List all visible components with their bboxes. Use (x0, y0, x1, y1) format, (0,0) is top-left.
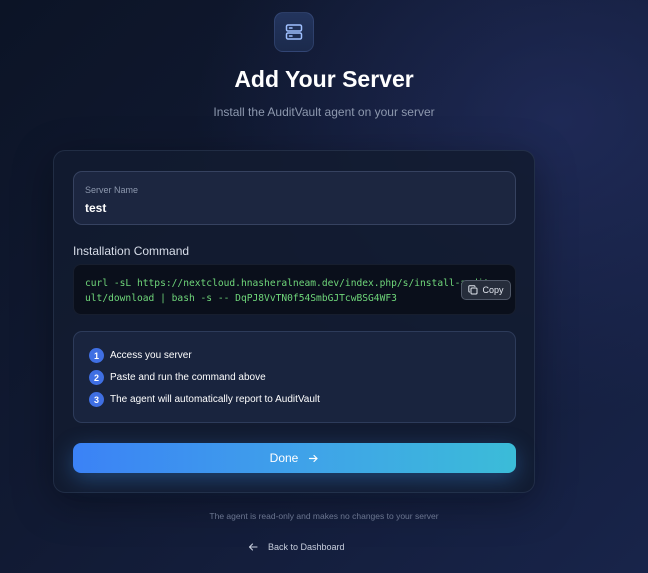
page-title: Add Your Server (234, 66, 414, 92)
step-text: The agent will automatically report to A… (110, 394, 320, 405)
step-number-badge: 3 (89, 392, 104, 407)
step-number-badge: 2 (89, 370, 104, 385)
installation-command-text: curl -sL https://nextcloud.hnasheralneam… (85, 278, 501, 304)
read-only-note: The agent is read-only and makes no chan… (209, 511, 439, 521)
server-icon (285, 24, 303, 40)
arrow-left-icon (248, 543, 258, 551)
add-server-card: Server Name Installation Command curl -s… (53, 150, 535, 493)
instructions-list: 1 Access you server 2 Paste and run the … (73, 331, 516, 423)
step-number-badge: 1 (89, 348, 104, 363)
instruction-step: 1 Access you server (89, 348, 192, 363)
page-subtitle: Install the AuditVault agent on your ser… (213, 105, 435, 119)
step-text: Access you server (110, 350, 192, 361)
server-name-field[interactable]: Server Name (73, 171, 516, 225)
instruction-step: 2 Paste and run the command above (89, 370, 266, 385)
instruction-step: 3 The agent will automatically report to… (89, 392, 320, 407)
copy-button[interactable]: Copy (461, 280, 511, 300)
server-name-label: Server Name (85, 185, 139, 195)
done-button[interactable]: Done (73, 443, 516, 473)
copy-button-label: Copy (482, 285, 504, 295)
back-to-dashboard-label: Back to Dashboard (268, 542, 345, 552)
server-name-input[interactable] (85, 201, 485, 215)
done-button-label: Done (269, 451, 299, 465)
installation-command-box[interactable]: curl -sL https://nextcloud.hnasheralneam… (73, 264, 516, 315)
step-text: Paste and run the command above (110, 372, 266, 383)
arrow-right-icon (309, 454, 318, 462)
installation-command-label: Installation Command (73, 244, 190, 258)
server-logo (274, 12, 314, 52)
copy-icon (468, 285, 478, 295)
back-to-dashboard-link[interactable]: Back to Dashboard (248, 542, 345, 552)
